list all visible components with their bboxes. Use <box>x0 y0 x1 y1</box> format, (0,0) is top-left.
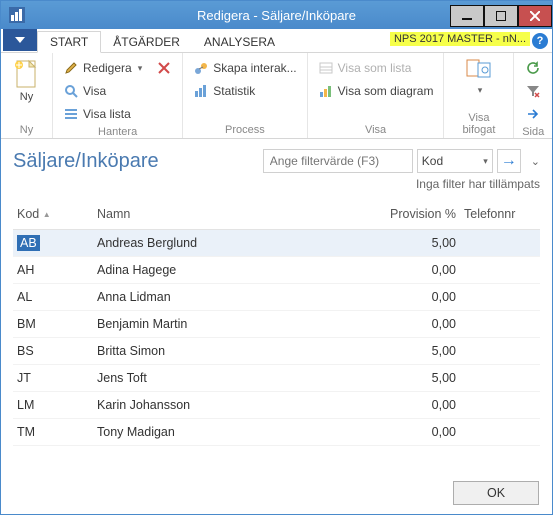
page-title: Säljare/Inköpare <box>13 150 159 173</box>
chevron-down-icon: ▾ <box>138 63 143 74</box>
ribbon: Ny Ny Redigera ▾ Visa Visa lista <box>1 53 552 139</box>
filter-status-note: Inga filter har tillämpats <box>13 177 540 191</box>
statistics-label: Statistik <box>213 84 255 98</box>
show-attached-button[interactable]: ▾ <box>450 55 507 111</box>
edit-label: Redigera <box>83 61 132 75</box>
help-icon[interactable]: ? <box>532 33 548 49</box>
group-label-manage: Hantera <box>59 125 176 140</box>
group-label-page: Sida <box>520 125 546 140</box>
view-button[interactable]: Visa <box>59 80 146 102</box>
ok-button[interactable]: OK <box>453 481 539 505</box>
notes-links-icon <box>463 55 495 83</box>
delete-x-icon <box>156 60 172 76</box>
view-list-label: Visa lista <box>83 107 131 121</box>
table-row[interactable]: BMBenjamin Martin0,00 <box>13 311 540 338</box>
chevron-down-icon: ▾ <box>483 156 488 167</box>
view-list-button[interactable]: Visa lista <box>59 103 146 125</box>
group-label-process: Process <box>189 123 300 138</box>
show-as-list-label: Visa som lista <box>338 61 412 75</box>
tab-start[interactable]: START <box>37 31 101 53</box>
chart-icon <box>318 83 334 99</box>
col-provision[interactable]: Provision % <box>370 201 460 230</box>
new-document-icon <box>11 59 43 91</box>
table-row[interactable]: TMTony Madigan0,00 <box>13 419 540 446</box>
table-row[interactable]: LMKarin Johansson0,00 <box>13 392 540 419</box>
title-bar: Redigera - Säljare/Inköpare <box>1 1 552 29</box>
refresh-button[interactable] <box>520 57 546 79</box>
find-button[interactable] <box>520 103 546 125</box>
filter-field-select[interactable]: Kod ▾ <box>417 149 493 173</box>
list-table-icon <box>318 60 334 76</box>
col-namn[interactable]: Namn <box>93 201 370 230</box>
new-button[interactable]: Ny <box>7 55 46 123</box>
group-label-new: Ny <box>7 123 46 138</box>
funnel-x-icon <box>525 83 541 99</box>
filter-field-label: Kod <box>422 154 443 168</box>
clear-filter-button[interactable] <box>520 80 546 102</box>
table-row[interactable]: JTJens Toft5,00 <box>13 365 540 392</box>
table-row[interactable]: ALAnna Lidman0,00 <box>13 284 540 311</box>
magnifier-icon <box>63 83 79 99</box>
expand-chevron-icon[interactable]: ⌄ <box>531 155 540 168</box>
create-interaction-button[interactable]: Skapa interak... <box>189 57 300 79</box>
salesperson-table: Kod ▲ Namn Provision % Telefonnr ABAndre… <box>13 201 540 446</box>
environment-tag: NPS 2017 MASTER - nN... <box>390 32 530 46</box>
ribbon-tab-bar: START ÅTGÄRDER ANALYSERA NPS 2017 MASTER… <box>1 29 552 53</box>
tab-actions[interactable]: ÅTGÄRDER <box>101 32 192 52</box>
maximize-button[interactable] <box>484 5 518 27</box>
filter-go-button[interactable]: → <box>497 149 521 173</box>
edit-button[interactable]: Redigera ▾ <box>59 57 146 79</box>
arrow-right-icon <box>525 106 541 122</box>
sort-asc-icon: ▲ <box>43 210 51 219</box>
table-row[interactable]: BSBritta Simon5,00 <box>13 338 540 365</box>
col-telefon[interactable]: Telefonnr <box>460 201 540 230</box>
show-as-diagram-button[interactable]: Visa som diagram <box>314 80 438 102</box>
table-row[interactable]: ABAndreas Berglund5,00 <box>13 230 540 257</box>
pencil-icon <box>63 60 79 76</box>
show-as-diagram-label: Visa som diagram <box>338 84 434 98</box>
create-interaction-label: Skapa interak... <box>213 61 296 75</box>
filter-value-input[interactable] <box>263 149 413 173</box>
group-label-attached: Visa bifogat <box>450 111 507 138</box>
close-button[interactable] <box>518 5 552 27</box>
minimize-button[interactable] <box>450 5 484 27</box>
view-label: Visa <box>83 84 106 98</box>
tab-analyze[interactable]: ANALYSERA <box>192 32 287 52</box>
show-as-list-button[interactable]: Visa som lista <box>314 57 438 79</box>
refresh-icon <box>525 60 541 76</box>
col-kod[interactable]: Kod ▲ <box>13 201 93 230</box>
app-icon <box>5 3 29 27</box>
delete-button[interactable] <box>152 57 176 79</box>
list-icon <box>63 106 79 122</box>
statistics-icon <box>193 83 209 99</box>
group-label-show: Visa <box>314 123 438 138</box>
interaction-icon <box>193 60 209 76</box>
new-label: Ny <box>20 91 33 103</box>
app-menu-button[interactable] <box>3 29 37 51</box>
statistics-button[interactable]: Statistik <box>189 80 300 102</box>
table-row[interactable]: AHAdina Hagege0,00 <box>13 257 540 284</box>
chevron-down-icon: ▾ <box>478 85 483 96</box>
